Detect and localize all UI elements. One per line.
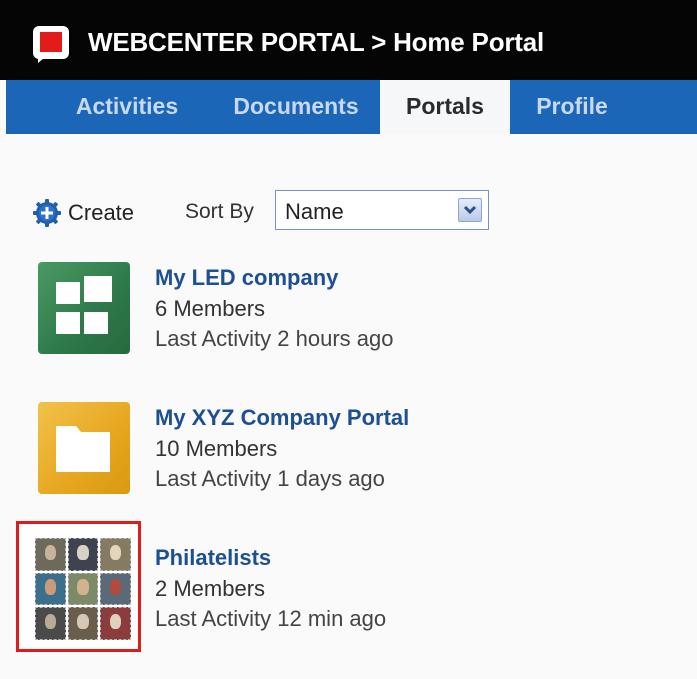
tab-portals[interactable]: Portals — [380, 80, 510, 134]
portal-members: 10 Members — [155, 436, 278, 461]
portal-members: 2 Members — [155, 576, 266, 601]
stamp-collage-image[interactable] — [35, 538, 131, 640]
page-title: WEBCENTER PORTAL > Home Portal — [88, 27, 545, 57]
portal-name-link[interactable]: My LED company — [155, 265, 338, 291]
portal-list-item: My XYZ Company Portal 10 Members Last Ac… — [0, 402, 697, 512]
sort-select[interactable]: Name — [275, 190, 489, 230]
add-circle-icon — [33, 199, 61, 227]
portal-last-activity: Last Activity 1 days ago — [155, 466, 385, 491]
portal-list-item: Philatelists 2 Members Last Activity 12 … — [0, 521, 697, 652]
create-button[interactable]: Create — [32, 196, 134, 230]
tab-activities[interactable]: Activities — [56, 80, 198, 134]
portal-name-link[interactable]: My XYZ Company Portal — [155, 405, 409, 431]
tab-bar: Activities Documents Portals Profile — [6, 80, 697, 134]
portal-last-activity: Last Activity 12 min ago — [155, 606, 387, 631]
sort-by-label: Sort By — [185, 200, 254, 223]
folder-icon[interactable] — [38, 402, 130, 494]
sort-select-value: Name — [285, 199, 344, 224]
portal-name-link[interactable]: Philatelists — [155, 545, 271, 571]
tab-profile[interactable]: Profile — [518, 80, 626, 134]
portal-members: 6 Members — [155, 296, 266, 321]
webcenter-logo-icon — [33, 26, 69, 63]
title-bar: WEBCENTER PORTAL > Home Portal — [0, 0, 697, 80]
tab-documents[interactable]: Documents — [214, 80, 378, 134]
portal-last-activity: Last Activity 2 hours ago — [155, 326, 394, 351]
chevron-down-icon[interactable] — [458, 198, 482, 222]
grid-tiles-icon[interactable] — [38, 262, 130, 354]
portal-list-item: My LED company 6 Members Last Activity 2… — [0, 262, 697, 372]
create-label: Create — [68, 200, 135, 225]
